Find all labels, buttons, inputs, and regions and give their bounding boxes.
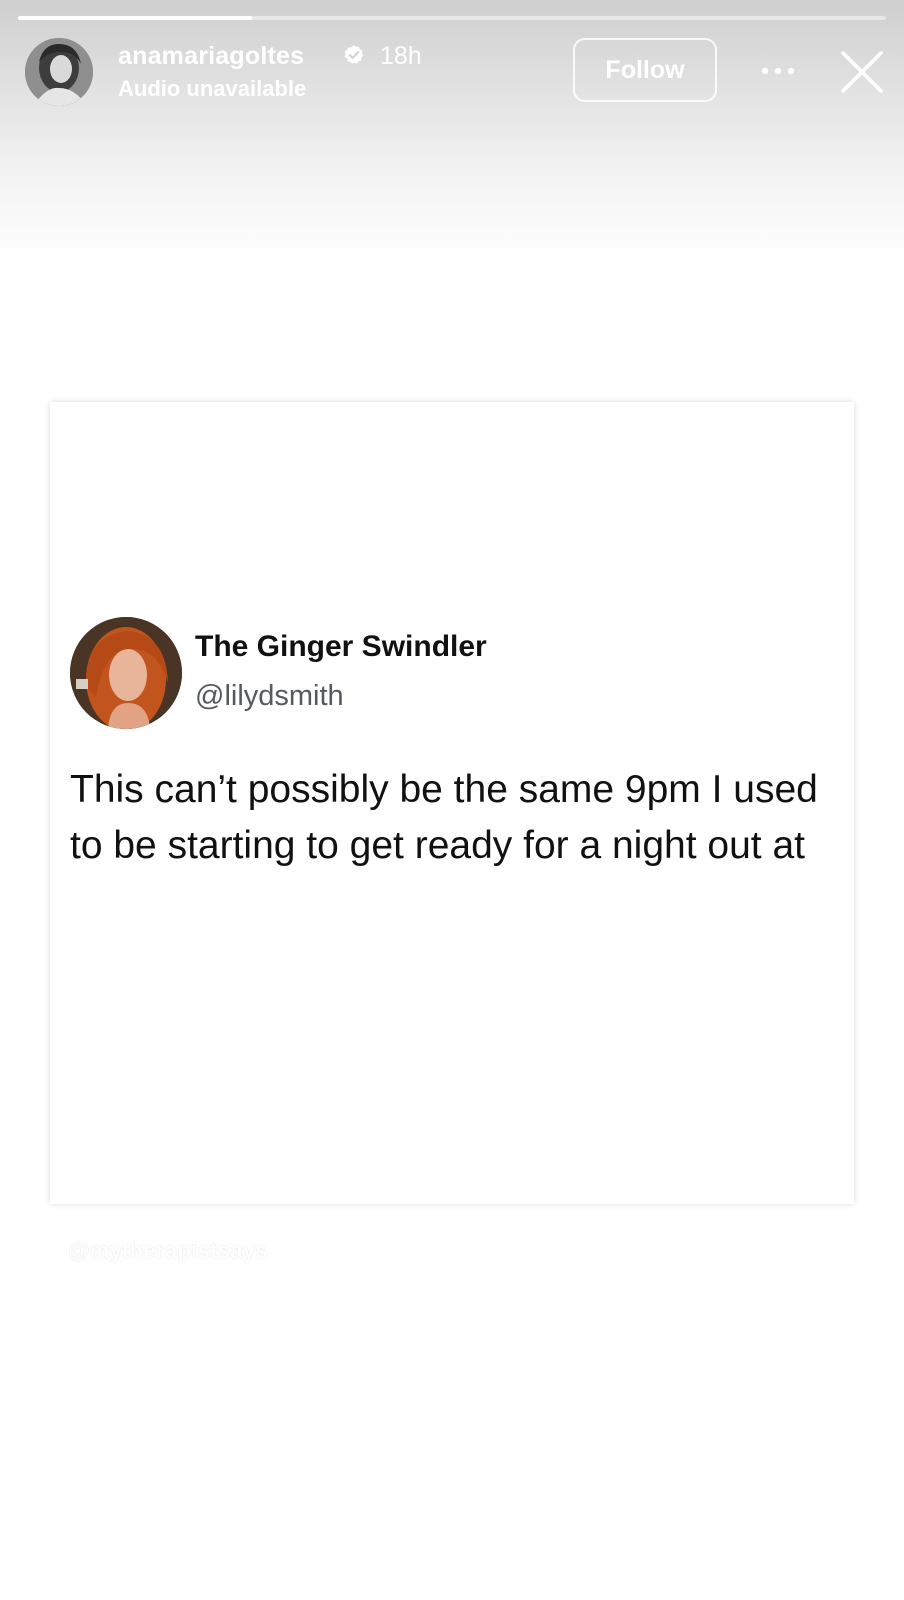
tweet-profile-photo xyxy=(70,617,182,729)
verified-badge-icon xyxy=(344,45,364,64)
story-username[interactable]: anamariagoltes xyxy=(118,42,304,71)
story-time-ago: 18h xyxy=(380,42,422,70)
story-viewer[interactable]: anamariagoltes 18h Audio unavailable Fol… xyxy=(0,0,904,1600)
tweet-avatar xyxy=(70,617,182,729)
tweet-display-name: The Ginger Swindler xyxy=(195,630,487,663)
watermark: @mytherapistsays xyxy=(68,1238,268,1263)
close-icon[interactable] xyxy=(839,49,885,95)
tweet-text: This can’t possibly be the same 9pm I us… xyxy=(70,768,818,867)
story-progress-bar xyxy=(18,16,886,20)
tweet-screenshot-card: The Ginger Swindler @lilydsmith This can… xyxy=(50,402,854,1204)
tweet-handle: @lilydsmith xyxy=(195,680,344,712)
story-progress-fill xyxy=(18,16,253,20)
follow-button[interactable]: Follow xyxy=(573,38,717,102)
avatar[interactable] xyxy=(25,38,93,106)
audio-status: Audio unavailable xyxy=(118,76,307,101)
more-horizontal-icon[interactable] xyxy=(758,56,798,86)
story-header: anamariagoltes 18h Audio unavailable Fol… xyxy=(0,38,904,108)
profile-photo xyxy=(25,38,93,106)
